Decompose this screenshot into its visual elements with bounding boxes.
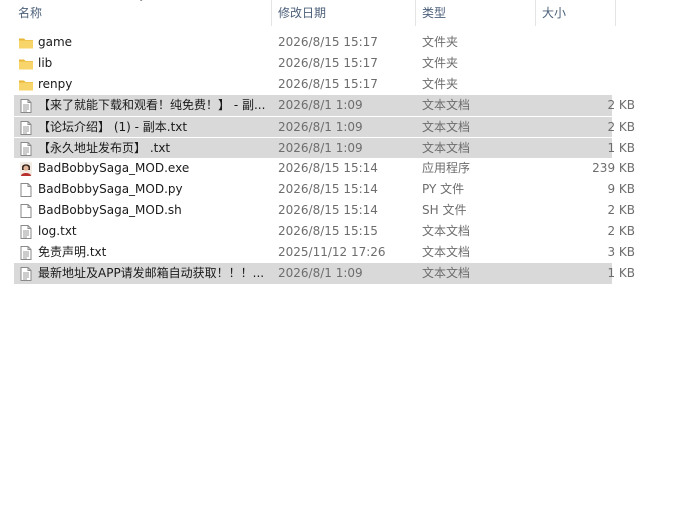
- column-header-bar: ⌄ 名称 修改日期 类型 大小: [0, 0, 685, 26]
- file-row[interactable]: 【永久地址发布页】 .txt 2026/8/1 1:09 文本文档 1 KB: [14, 137, 635, 158]
- column-header-size[interactable]: 大小: [536, 0, 614, 26]
- file-row[interactable]: BadBobbySaga_MOD.sh 2026/8/15 15:14 SH 文件 2…: [14, 200, 635, 221]
- file-size: 239 KB: [592, 161, 635, 175]
- file-size: 2 KB: [607, 98, 635, 112]
- file-size: 9 KB: [607, 182, 635, 196]
- file-name: 【永久地址发布页】 .txt: [38, 141, 171, 155]
- text-file-icon: [18, 120, 34, 136]
- file-name: 【来了就能下载和观看！纯免费！】 - 副...: [38, 98, 266, 112]
- column-header-name[interactable]: 名称: [12, 0, 270, 26]
- file-size: 1 KB: [607, 266, 635, 280]
- file-type: 文本文档: [422, 245, 471, 259]
- file-modified-date: 2026/8/1 1:09: [278, 120, 363, 134]
- file-row[interactable]: 免责声明.txt 2025/11/12 17:26 文本文档 3 KB: [14, 242, 635, 263]
- file-name: 免责声明.txt: [38, 245, 107, 259]
- folder-icon: [18, 35, 34, 51]
- file-modified-date: 2026/8/15 15:14: [278, 182, 378, 196]
- folder-icon: [18, 77, 34, 93]
- file-row[interactable]: 最新地址及APP请发邮箱自动获取！！！... 2026/8/1 1:09 文本文档 1…: [14, 263, 635, 284]
- file-name: renpy: [38, 77, 73, 91]
- file-type: 文本文档: [422, 224, 471, 238]
- text-file-icon: [18, 266, 34, 282]
- file-modified-date: 2025/11/12 17:26: [278, 245, 386, 259]
- file-modified-date: 2026/8/15 15:15: [278, 224, 378, 238]
- file-size: 3 KB: [607, 245, 635, 259]
- file-size: 2 KB: [607, 224, 635, 238]
- file-modified-date: 2026/8/15 15:14: [278, 203, 378, 217]
- file-row[interactable]: renpy 2026/8/15 15:17 文件夹: [14, 74, 612, 95]
- file-type: 文件夹: [422, 56, 459, 70]
- app-avatar-icon: [18, 161, 34, 177]
- file-row[interactable]: BadBobbySaga_MOD.py 2026/8/15 15:14 PY 文件 9…: [14, 179, 635, 200]
- file-row[interactable]: lib 2026/8/15 15:17 文件夹: [14, 53, 612, 74]
- file-type: SH 文件: [422, 203, 467, 217]
- file-type: 文件夹: [422, 77, 459, 91]
- file-type: PY 文件: [422, 182, 465, 196]
- file-size: 2 KB: [607, 203, 635, 217]
- file-name: BadBobbySaga_MOD.py: [38, 182, 183, 196]
- file-name: log.txt: [38, 224, 77, 238]
- file-name: 最新地址及APP请发邮箱自动获取！！！...: [38, 266, 265, 280]
- text-file-icon: [18, 245, 34, 261]
- file-modified-date: 2026/8/1 1:09: [278, 98, 363, 112]
- blank-file-icon: [18, 203, 34, 219]
- column-header-type[interactable]: 类型: [416, 0, 534, 26]
- file-name: BadBobbySaga_MOD.exe: [38, 161, 190, 175]
- folder-icon: [18, 56, 34, 72]
- file-name: BadBobbySaga_MOD.sh: [38, 203, 182, 217]
- file-type: 应用程序: [422, 161, 471, 175]
- file-type: 文件夹: [422, 35, 459, 49]
- file-type: 文本文档: [422, 120, 471, 134]
- file-row[interactable]: log.txt 2026/8/15 15:15 文本文档 2 KB: [14, 221, 635, 242]
- file-row[interactable]: game 2026/8/15 15:17 文件夹: [14, 32, 612, 53]
- text-file-icon: [18, 224, 34, 240]
- file-modified-date: 2026/8/1 1:09: [278, 141, 363, 155]
- file-type: 文本文档: [422, 98, 471, 112]
- column-header-date[interactable]: 修改日期: [272, 0, 414, 26]
- blank-file-icon: [18, 182, 34, 198]
- file-explorer-window: ⌄ 名称 修改日期 类型 大小 game2026/8/15 15:17文件夹li…: [0, 0, 685, 513]
- file-size: 2 KB: [607, 120, 635, 134]
- file-type: 文本文档: [422, 141, 471, 155]
- text-file-icon: [18, 141, 34, 157]
- file-row[interactable]: 【论坛介绍】 (1) - 副本.txt 2026/8/1 1:09 文本文档 2 KB: [14, 116, 635, 137]
- file-size: 1 KB: [607, 141, 635, 155]
- column-divider[interactable]: [615, 0, 616, 26]
- file-modified-date: 2026/8/15 15:17: [278, 77, 378, 91]
- file-modified-date: 2026/8/15 15:17: [278, 35, 378, 49]
- file-modified-date: 2026/8/15 15:14: [278, 161, 378, 175]
- file-row[interactable]: BadBobbySaga_MOD.exe 2026/8/15 15:14 应用程序 2…: [14, 158, 635, 179]
- file-name: game: [38, 35, 73, 49]
- file-modified-date: 2026/8/1 1:09: [278, 266, 363, 280]
- file-name: 【论坛介绍】 (1) - 副本.txt: [38, 120, 188, 134]
- file-list: game 2026/8/15 15:17 文件夹 lib 2026/8/15 15:17…: [14, 32, 635, 284]
- file-modified-date: 2026/8/15 15:17: [278, 56, 378, 70]
- file-type: 文本文档: [422, 266, 471, 280]
- text-file-icon: [18, 98, 34, 114]
- file-row[interactable]: 【来了就能下载和观看！纯免费！】 - 副... 2026/8/1 1:09 文本文档…: [14, 95, 635, 116]
- file-name: lib: [38, 56, 53, 70]
